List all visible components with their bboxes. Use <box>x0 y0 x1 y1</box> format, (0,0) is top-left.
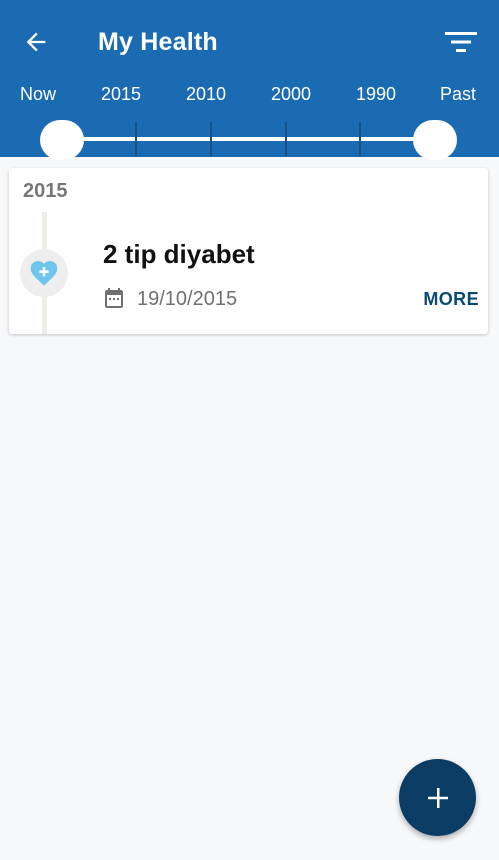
health-record-card: 2015 2 tip diyabet 19/10/2015 MORE <box>9 168 488 334</box>
filter-button[interactable] <box>440 24 482 60</box>
year-header: 2015 <box>23 180 68 202</box>
page-title: My Health <box>98 28 218 56</box>
plus-icon <box>427 787 448 808</box>
record-title[interactable]: 2 tip diyabet <box>103 238 255 270</box>
calendar-icon <box>101 285 127 311</box>
heart-plus-icon <box>30 261 58 286</box>
timeline-label-2000[interactable]: 2000 <box>271 80 311 108</box>
timeline-label-1990[interactable]: 1990 <box>356 80 396 108</box>
timeline-label-past[interactable]: Past <box>440 80 476 108</box>
range-tick <box>210 122 212 156</box>
timeline-label-2010[interactable]: 2010 <box>186 80 226 108</box>
timeline-label-now[interactable]: Now <box>20 80 56 108</box>
add-record-button[interactable] <box>399 759 476 836</box>
range-slider-start-thumb[interactable] <box>40 120 84 160</box>
more-button[interactable]: MORE <box>409 286 479 312</box>
range-tick <box>285 122 287 156</box>
timeline-labels: Now 2015 2010 2000 1990 Past <box>0 80 499 108</box>
timeline-marker <box>20 249 68 297</box>
range-slider-end-thumb[interactable] <box>413 120 457 160</box>
arrow-left-icon <box>26 32 46 52</box>
range-tick <box>359 122 361 156</box>
filter-icon <box>445 32 477 52</box>
record-date: 19/10/2015 <box>137 288 238 310</box>
range-slider-track[interactable] <box>60 137 436 141</box>
range-tick <box>135 122 137 156</box>
back-button[interactable] <box>18 24 54 60</box>
app-bar: My Health Now 2015 2010 2000 1990 Past <box>0 0 499 160</box>
timeline-label-2015[interactable]: 2015 <box>101 80 141 108</box>
